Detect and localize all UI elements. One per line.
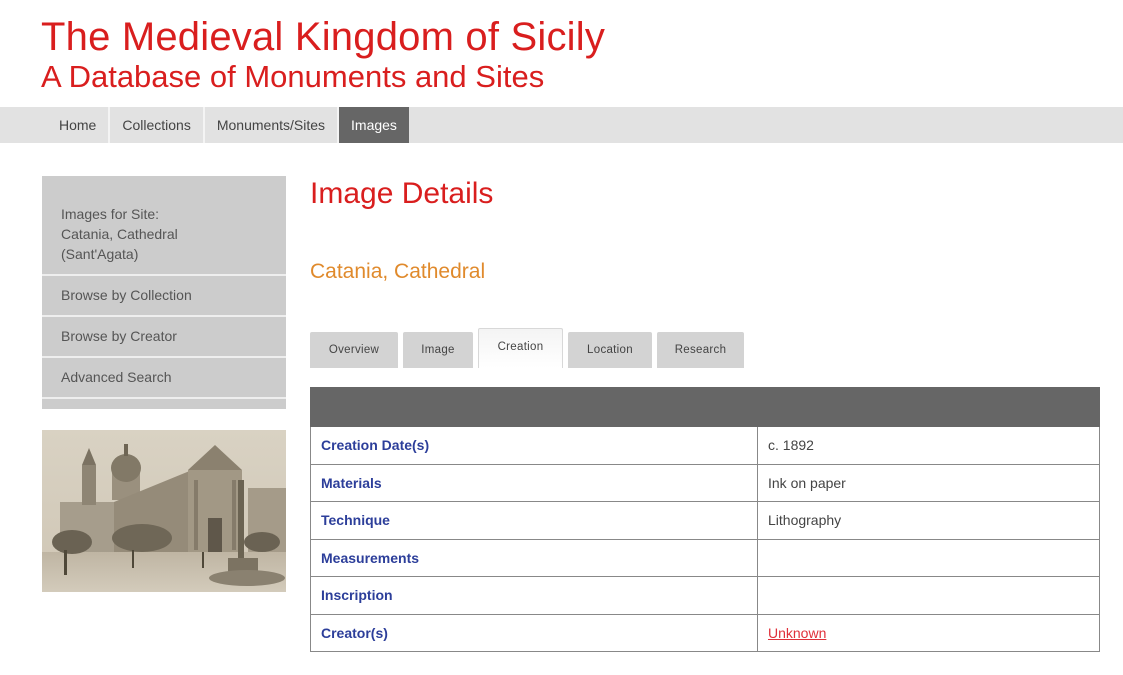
table-header-cell (310, 387, 1100, 427)
nav-item-collections[interactable]: Collections (110, 107, 205, 143)
site-header: The Medieval Kingdom of Sicily A Databas… (41, 14, 605, 94)
detail-tabs: Overview Image Creation Location Researc… (310, 328, 1100, 368)
table-row: Creation Date(s) c. 1892 (310, 426, 1100, 465)
sidebar-site-heading: Images for Site: Catania, Cathedral (San… (42, 176, 286, 276)
cathedral-thumbnail[interactable] (42, 430, 286, 592)
record-title: Catania, Cathedral (310, 260, 486, 283)
nav-item-images[interactable]: Images (339, 107, 409, 143)
creator-link[interactable]: Unknown (768, 625, 826, 641)
table-row: Materials Ink on paper (310, 463, 1100, 502)
table-header-row (310, 387, 1100, 427)
row-label: Creation Date(s) (310, 426, 758, 465)
sidebar-heading-site-alt: (Sant'Agata) (61, 246, 139, 262)
table-row: Measurements (310, 538, 1100, 577)
row-label: Measurements (310, 538, 758, 577)
sidebar-item-advanced-search[interactable]: Advanced Search (42, 358, 286, 399)
nav-item-monuments-sites[interactable]: Monuments/Sites (205, 107, 340, 143)
tab-creation[interactable]: Creation (478, 328, 563, 368)
row-label: Materials (310, 463, 758, 502)
main-navigation: Home Collections Monuments/Sites Images (0, 107, 1123, 143)
row-label: Technique (310, 501, 758, 540)
sidebar-item-browse-creator[interactable]: Browse by Creator (42, 317, 286, 358)
row-value: Lithography (757, 501, 1100, 540)
site-subtitle: A Database of Monuments and Sites (41, 59, 545, 94)
table-row: Technique Lithography (310, 501, 1100, 540)
tab-image[interactable]: Image (403, 332, 473, 368)
row-value-cell: Unknown (757, 613, 1100, 652)
creation-details-table: Creation Date(s) c. 1892 Materials Ink o… (310, 387, 1100, 652)
row-label: Inscription (310, 576, 758, 615)
row-value (757, 576, 1100, 615)
table-row: Inscription (310, 576, 1100, 615)
row-value (757, 538, 1100, 577)
sidebar: Images for Site: Catania, Cathedral (San… (42, 176, 286, 596)
tab-location[interactable]: Location (568, 332, 652, 368)
sidebar-heading-line: Images for Site: (61, 206, 160, 222)
sidebar-heading-site[interactable]: Catania, Cathedral (61, 224, 267, 244)
nav-item-home[interactable]: Home (44, 107, 111, 143)
main-content: Image Details Catania, Cathedral Overvie… (310, 170, 1100, 652)
page-title: Image Details (310, 177, 494, 210)
sidebar-menu: Images for Site: Catania, Cathedral (San… (42, 176, 286, 409)
row-value: Ink on paper (757, 463, 1100, 502)
site-title[interactable]: The Medieval Kingdom of Sicily (41, 14, 605, 60)
table-row: Creator(s) Unknown (310, 613, 1100, 652)
tab-research[interactable]: Research (657, 332, 744, 368)
sidebar-item-browse-collection[interactable]: Browse by Collection (42, 276, 286, 317)
row-label: Creator(s) (310, 613, 758, 652)
row-value: c. 1892 (757, 426, 1100, 465)
tab-overview[interactable]: Overview (310, 332, 398, 368)
sidebar-menu-footer (42, 399, 286, 409)
